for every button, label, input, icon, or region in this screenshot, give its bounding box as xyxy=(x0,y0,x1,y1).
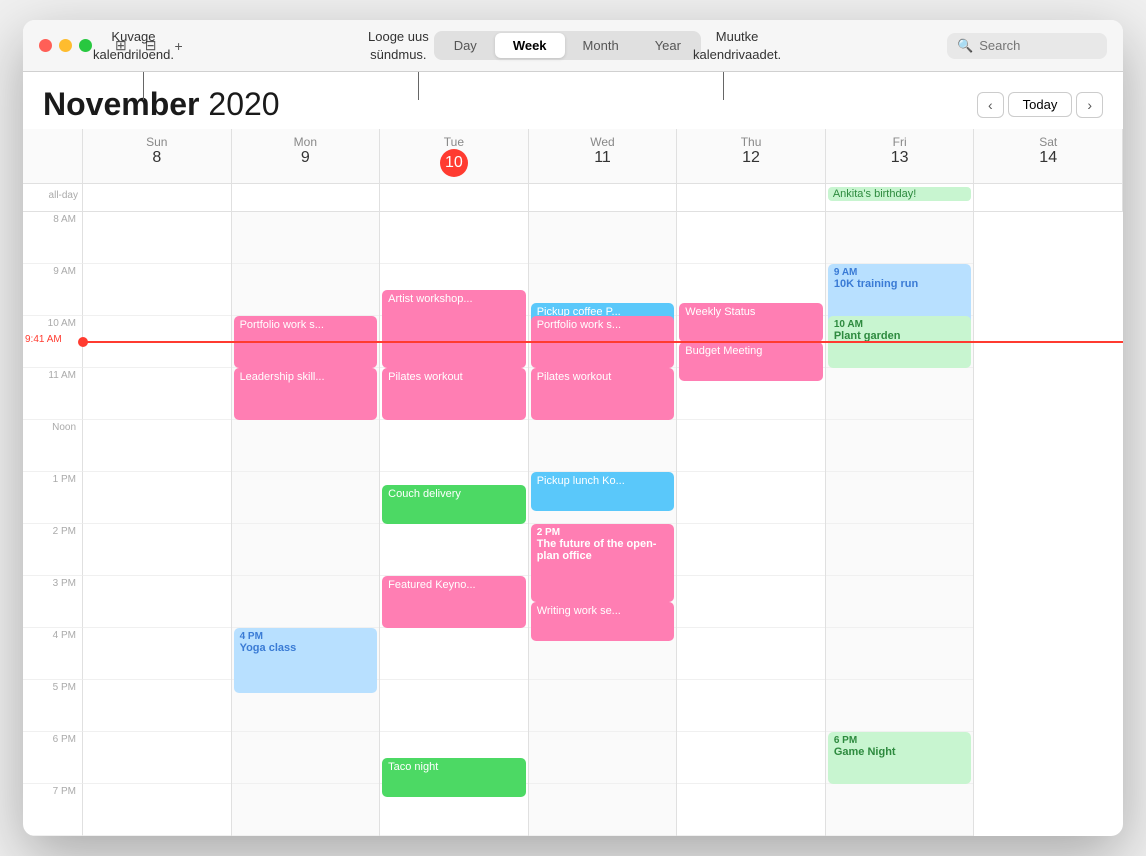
time-8am: 8 AM xyxy=(23,212,83,264)
time-5pm: 5 PM xyxy=(23,680,83,732)
sun-6pm[interactable] xyxy=(83,732,231,784)
tab-month[interactable]: Month xyxy=(565,33,637,58)
plant-garden[interactable]: 10 AM Plant garden xyxy=(828,316,972,368)
pilates-workout-wed[interactable]: Pilates workout xyxy=(531,368,675,420)
sun-10am[interactable] xyxy=(83,316,231,368)
time-10am: 10 AM xyxy=(23,316,83,368)
minimize-button[interactable] xyxy=(59,39,72,52)
nav-controls: ‹ Today › xyxy=(977,92,1103,118)
prev-button[interactable]: ‹ xyxy=(977,92,1004,118)
sun-1pm[interactable] xyxy=(83,472,231,524)
month-header: November 2020 ‹ Today › xyxy=(23,72,1123,129)
ankita-birthday-event[interactable]: Ankita's birthday! xyxy=(828,187,972,201)
day-header-tue: Tue 10 xyxy=(380,129,529,183)
allday-thu xyxy=(677,184,826,211)
next-button[interactable]: › xyxy=(1076,92,1103,118)
time-4pm: 4 PM xyxy=(23,628,83,680)
sun-noon[interactable] xyxy=(83,420,231,472)
game-night[interactable]: 6 PM Game Night xyxy=(828,732,972,784)
col-wed: Pickup coffee P... Portfolio work s... P… xyxy=(529,212,678,836)
allday-label: all-day xyxy=(23,184,83,211)
time-grid-container[interactable]: 8 AM 9 AM 10 AM 11 AM Noon 1 PM 2 PM 3 P… xyxy=(23,212,1123,836)
portfolio-work-mon[interactable]: Portfolio work s... xyxy=(234,316,378,368)
time-2pm: 2 PM xyxy=(23,524,83,576)
calendar-window: ⊞ ⊟ + Day Week Month Year 🔍 November 202… xyxy=(23,20,1123,836)
col-thu: Weekly Status Budget Meeting xyxy=(677,212,826,836)
day-header-sun: Sun 8 xyxy=(83,129,232,183)
time-column: 8 AM 9 AM 10 AM 11 AM Noon 1 PM 2 PM 3 P… xyxy=(23,212,83,836)
sun-9am[interactable] xyxy=(83,264,231,316)
search-input[interactable] xyxy=(979,38,1097,53)
taco-night[interactable]: Taco night xyxy=(382,758,526,797)
leadership-skill[interactable]: Leadership skill... xyxy=(234,368,378,420)
portfolio-work-wed[interactable]: Portfolio work s... xyxy=(531,316,675,368)
allday-sun xyxy=(83,184,232,211)
sun-4pm[interactable] xyxy=(83,628,231,680)
yoga-class[interactable]: 4 PM Yoga class xyxy=(234,628,378,693)
sun-7pm[interactable] xyxy=(83,784,231,836)
day-header-mon: Mon 9 xyxy=(232,129,381,183)
day-header-wed: Wed 11 xyxy=(529,129,678,183)
col-sun xyxy=(83,212,232,836)
toolbar-icons: ⊞ ⊟ + xyxy=(110,34,188,57)
view-tabs: Day Week Month Year xyxy=(434,31,701,60)
search-box[interactable]: 🔍 xyxy=(947,33,1107,59)
calendar: Sun 8 Mon 9 Tue 10 Wed 11 Thu 12 Fri 13 xyxy=(23,129,1123,836)
future-openplan[interactable]: 2 PM The future of the open-plan office xyxy=(531,524,675,602)
allday-sat xyxy=(974,184,1123,211)
writing-work-se[interactable]: Writing work se... xyxy=(531,602,675,641)
day-header-fri: Fri 13 xyxy=(826,129,975,183)
col-fri: 9 AM 10K training run 10 AM Plant garden… xyxy=(826,212,975,836)
time-7pm: 7 PM xyxy=(23,784,83,836)
fullscreen-button[interactable] xyxy=(79,39,92,52)
allday-wed xyxy=(529,184,678,211)
budget-meeting[interactable]: Budget Meeting xyxy=(679,342,823,381)
day-header-sat: Sat 14 xyxy=(974,129,1123,183)
titlebar: ⊞ ⊟ + Day Week Month Year 🔍 xyxy=(23,20,1123,72)
featured-keynote[interactable]: Featured Keyno... xyxy=(382,576,526,628)
time-1pm: 1 PM xyxy=(23,472,83,524)
col-tue: Artist workshop... Pilates workout Couch… xyxy=(380,212,529,836)
sun-5pm[interactable] xyxy=(83,680,231,732)
allday-fri: Ankita's birthday! xyxy=(826,184,975,211)
allday-mon xyxy=(232,184,381,211)
day-headers: Sun 8 Mon 9 Tue 10 Wed 11 Thu 12 Fri 13 xyxy=(23,129,1123,184)
sun-8am[interactable] xyxy=(83,212,231,264)
pilates-workout-tue[interactable]: Pilates workout xyxy=(382,368,526,420)
time-3pm: 3 PM xyxy=(23,576,83,628)
couch-delivery[interactable]: Couch delivery xyxy=(382,485,526,524)
time-noon: Noon xyxy=(23,420,83,472)
time-6pm: 6 PM xyxy=(23,732,83,784)
add-event-button[interactable]: + xyxy=(169,35,187,57)
today-button[interactable]: Today xyxy=(1008,92,1073,117)
inbox-button[interactable]: ⊟ xyxy=(140,34,162,57)
tab-day[interactable]: Day xyxy=(436,33,495,58)
allday-row: all-day Ankita's birthday! xyxy=(23,184,1123,212)
sun-3pm[interactable] xyxy=(83,576,231,628)
time-grid: 8 AM 9 AM 10 AM 11 AM Noon 1 PM 2 PM 3 P… xyxy=(23,212,1123,836)
calendar-list-button[interactable]: ⊞ xyxy=(110,34,132,57)
tab-week[interactable]: Week xyxy=(495,33,565,58)
header-spacer xyxy=(23,129,83,183)
sun-11am[interactable] xyxy=(83,368,231,420)
allday-tue xyxy=(380,184,529,211)
close-button[interactable] xyxy=(39,39,52,52)
time-9am: 9 AM xyxy=(23,264,83,316)
col-mon: Portfolio work s... Leadership skill... … xyxy=(232,212,381,836)
weekly-status[interactable]: Weekly Status xyxy=(679,303,823,342)
month-title: November 2020 xyxy=(43,86,280,123)
time-11am: 11 AM xyxy=(23,368,83,420)
day-header-thu: Thu 12 xyxy=(677,129,826,183)
pickup-lunch[interactable]: Pickup lunch Ko... xyxy=(531,472,675,511)
artist-workshop[interactable]: Artist workshop... xyxy=(382,290,526,368)
traffic-lights xyxy=(39,39,92,52)
search-icon: 🔍 xyxy=(957,38,973,54)
tab-year[interactable]: Year xyxy=(637,33,699,58)
sun-2pm[interactable] xyxy=(83,524,231,576)
